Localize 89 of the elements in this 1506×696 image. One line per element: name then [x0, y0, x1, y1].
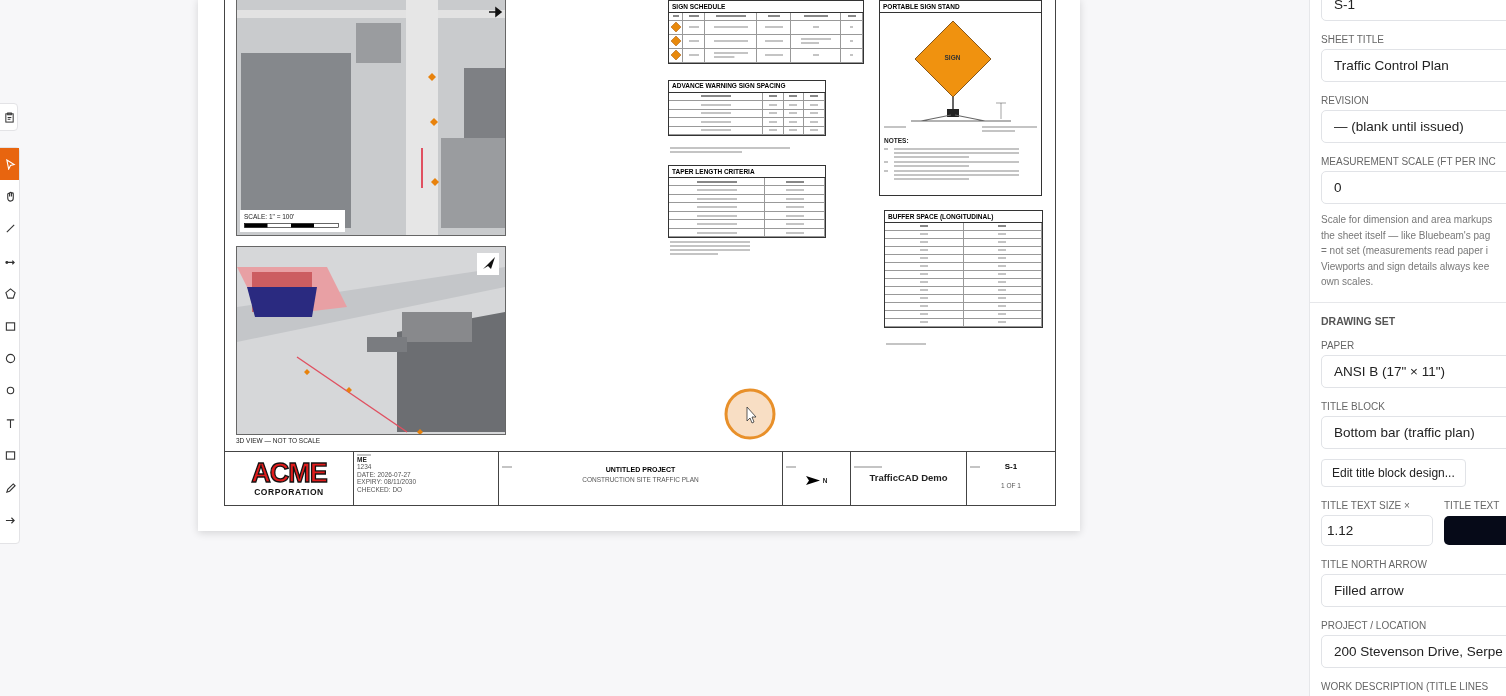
fine-print-drawing	[688, 54, 699, 57]
fine-print-drawing	[884, 147, 888, 150]
field-label: SHEET TITLE	[1321, 34, 1384, 45]
fine-print-drawing	[803, 15, 828, 18]
fine-print-drawing	[764, 26, 783, 29]
fine-print-drawing	[696, 223, 737, 226]
help-text: Scale for dimension and area markups the sheet itself — like Bluebeam's pag = not set (measurements read paper i Viewports and sign details always kee own scales.	[1321, 213, 1494, 289]
fine-print-drawing	[764, 54, 783, 57]
fine-print-drawing	[764, 40, 783, 43]
fine-print-drawing	[696, 214, 737, 217]
fine-print-drawing	[785, 214, 804, 217]
fine-print-drawing	[696, 231, 737, 234]
fine-print-drawing	[700, 95, 731, 98]
line-icon	[4, 223, 16, 235]
fine-print-drawing	[812, 26, 819, 29]
fine-print-drawing	[688, 40, 699, 43]
fine-print-drawing	[672, 15, 679, 18]
hand-icon	[4, 191, 16, 203]
field-label: MEASUREMENT SCALE (FT PER INC	[1321, 156, 1496, 167]
field-label: TITLE BLOCK	[1321, 400, 1385, 412]
field-label: WORK DESCRIPTION (TITLE LINES	[1321, 681, 1489, 692]
dropdown[interactable]: Filled arrow	[1321, 574, 1506, 607]
rectangle-icon	[4, 450, 16, 462]
fine-print-drawing	[785, 223, 804, 226]
fine-print-drawing	[800, 38, 831, 45]
fine-print-drawing	[696, 180, 737, 183]
sheet-number: S-1	[1004, 462, 1018, 471]
fine-print-drawing	[884, 160, 888, 163]
field-label: TITLE TEXT	[1444, 500, 1500, 511]
circle-icon	[4, 353, 16, 365]
number-field[interactable]: 1.12	[1321, 515, 1433, 546]
text-field[interactable]: — (blank until issued)	[1321, 110, 1506, 143]
fine-print-drawing	[713, 52, 748, 59]
fine-print-drawing	[688, 15, 699, 18]
north-arrow-icon	[805, 476, 820, 485]
fine-print-drawing	[700, 112, 731, 115]
fine-print-drawing	[696, 189, 737, 192]
logo-subtitle: CORPORATION	[254, 487, 324, 497]
cursor-highlight-icon	[724, 388, 776, 440]
fine-print-drawing	[696, 197, 737, 200]
fine-print-drawing	[982, 125, 1037, 132]
fine-print-drawing	[700, 120, 731, 123]
fine-print-drawing	[785, 197, 804, 200]
fine-print-drawing	[713, 26, 748, 29]
warning-sign-icon	[670, 50, 681, 61]
fine-print-drawing	[812, 54, 819, 57]
text-icon	[4, 417, 16, 429]
field-label: TITLE NORTH ARROW	[1321, 559, 1427, 570]
logo-wordmark: ACME	[251, 460, 327, 487]
text-field[interactable]: 0	[1321, 171, 1506, 204]
fine-print-drawing	[688, 26, 699, 29]
arrow-icon	[4, 515, 16, 526]
text-field[interactable]: S-1	[1321, 0, 1506, 21]
pointer-icon	[4, 158, 16, 170]
fine-print-drawing	[785, 231, 804, 234]
pencil-icon	[4, 482, 16, 494]
fine-print-drawing	[884, 125, 906, 128]
rectangle-icon	[4, 320, 16, 332]
fine-print-drawing	[715, 15, 746, 18]
polygon-icon	[4, 288, 16, 300]
fine-print-drawing	[884, 169, 888, 172]
text-field[interactable]: Traffic Control Plan	[1321, 49, 1506, 82]
fine-print-drawing	[850, 40, 853, 43]
fine-print-drawing	[767, 15, 780, 18]
dropdown[interactable]: Bottom bar (traffic plan)	[1321, 415, 1506, 449]
fine-print-drawing	[700, 129, 731, 132]
fine-print-drawing	[886, 342, 926, 345]
fine-print-drawing	[700, 103, 731, 106]
circle-icon	[4, 385, 16, 397]
company-name: TrafficCAD Demo	[869, 472, 948, 483]
field-label: REVISION	[1321, 95, 1369, 106]
field-label: PAPER	[1321, 339, 1355, 351]
warning-sign-icon	[670, 22, 681, 33]
section-heading: DRAWING SET	[1321, 314, 1396, 327]
field-label: TITLE TEXT SIZE ×	[1321, 500, 1410, 511]
scale-bar-icon	[244, 223, 339, 229]
fine-print-drawing	[785, 180, 804, 183]
fine-print-drawing	[713, 40, 748, 43]
fine-print-drawing	[850, 26, 853, 29]
clipboard-icon	[3, 111, 15, 123]
fine-print-drawing	[785, 189, 804, 192]
dropdown[interactable]: ANSI B (17" × 11")	[1321, 354, 1506, 388]
edit-title-block-button[interactable]: Edit title block design...	[1321, 458, 1466, 487]
text-field[interactable]: 200 Stevenson Drive, Serpe	[1321, 635, 1506, 668]
fine-print-drawing	[850, 54, 853, 57]
fine-print-drawing	[785, 206, 804, 209]
field-label: PROJECT / LOCATION	[1321, 620, 1427, 631]
warning-sign-icon	[670, 36, 681, 47]
fine-print-drawing	[696, 206, 737, 209]
